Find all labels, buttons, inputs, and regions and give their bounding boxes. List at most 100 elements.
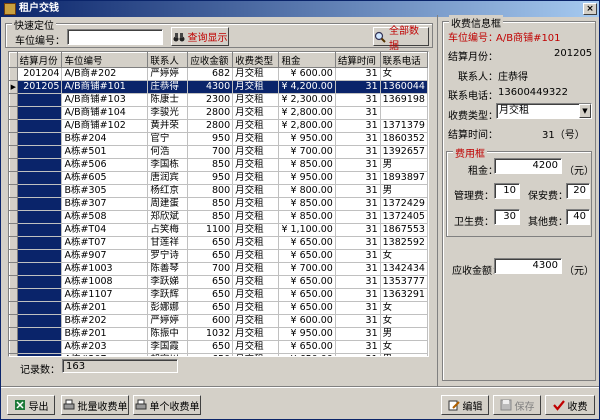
close-button[interactable]: × — [583, 3, 597, 15]
table-row[interactable]: A栋#508 郑欣斌 850 月交租 ¥ 850.00 31 1372405 — [9, 210, 428, 224]
cell-contact: 严婷婷 — [147, 314, 189, 328]
cell-rent: ¥ 850.00 — [278, 210, 336, 224]
row-indicator[interactable] — [9, 210, 18, 224]
table-row[interactable]: A栋#207胡定川650月交租¥ 650.0031男 — [9, 353, 428, 356]
row-indicator[interactable] — [9, 171, 18, 185]
table-row[interactable]: A栋#907 罗宁诗 650 月交租 ¥ 650.00 31 女 — [9, 249, 428, 263]
stall-search-input[interactable] — [67, 29, 163, 45]
cell-due: 700 — [187, 262, 234, 276]
cell-month — [17, 210, 63, 224]
header-settle[interactable]: 结算时间 — [334, 52, 381, 68]
table-row[interactable]: A/B商铺#103 陈康士 2300 月交租 ¥ 2,300.00 31 1369198 — [9, 93, 428, 107]
row-indicator[interactable] — [9, 119, 18, 133]
table-row[interactable]: A/B商铺#104 李骏光 2800 月交租 ¥ 2,800.00 31 — [9, 106, 428, 120]
table-row[interactable]: A栋#1008 李跃娣 650 月交租 ¥ 650.00 31 1353777 — [9, 275, 428, 289]
table-row[interactable]: A栋#201 彭娜娜 650 月交租 ¥ 650.00 31 女 — [9, 301, 428, 315]
header-due[interactable]: 应收金额 — [187, 52, 234, 68]
row-indicator[interactable] — [9, 67, 18, 81]
table-row[interactable]: A栋#T07 甘莲祥 650 月交租 ¥ 650.00 31 1382592 — [9, 236, 428, 250]
cell-settle: 31 — [335, 327, 381, 341]
table-row[interactable]: B栋#201 陈振中 1032 月交租 ¥ 950.00 31 男 — [9, 327, 428, 341]
cell-stall: A栋#501 — [61, 145, 149, 159]
cell-settle: 31 — [335, 197, 381, 211]
table-row[interactable]: A栋#501 何浩 700 月交租 ¥ 700.00 31 1392657 — [9, 145, 428, 159]
table-row[interactable]: A栋#203 李国霞 650 月交租 ¥ 650.00 31 女 — [9, 340, 428, 354]
binoculars-icon — [173, 31, 185, 43]
table-row[interactable]: A栋#T04 占笑梅 1100 月交租 ¥ 1,100.00 31 1867553 — [9, 223, 428, 237]
row-indicator[interactable] — [9, 314, 18, 328]
cell-contact: 李骏光 — [147, 106, 189, 120]
header-contact[interactable]: 联系人 — [147, 52, 189, 68]
cell-type: 月交租 — [232, 119, 280, 133]
cell-stall: A栋#T04 — [61, 223, 149, 237]
cell-type: 月交租 — [232, 158, 280, 172]
rent-input[interactable]: 4200 — [494, 158, 562, 174]
cell-phone: 1867553 — [380, 223, 428, 237]
row-indicator[interactable] — [9, 145, 18, 159]
row-indicator[interactable] — [9, 158, 18, 172]
collect-button[interactable]: 收费 — [545, 395, 595, 415]
cell-rent: ¥ 950.00 — [278, 171, 336, 185]
row-indicator[interactable] — [9, 275, 18, 289]
table-row[interactable]: ▶ 201205 A/B商铺#101 庄恭得 4300 月交租 ¥ 4,200.00 31 13… — [9, 80, 428, 94]
printer-icon — [135, 399, 147, 411]
all-data-button[interactable]: 全部数据 — [373, 26, 429, 52]
row-indicator[interactable] — [9, 249, 18, 263]
table-row[interactable]: 201204 A/B商#202 严婷婷 682 月交租 ¥ 600.00 31 女 — [9, 67, 428, 81]
cell-stall: A/B商铺#102 — [61, 119, 149, 133]
cell-type: 月交租 — [232, 262, 280, 276]
row-indicator[interactable] — [9, 93, 18, 107]
cell-type: 月交租 — [232, 327, 280, 341]
row-indicator[interactable] — [9, 223, 18, 237]
current-row-indicator[interactable]: ▶ — [9, 80, 18, 94]
save-button[interactable]: 保存 — [493, 395, 541, 415]
row-indicator[interactable] — [9, 197, 18, 211]
other-fee-input[interactable]: 40 — [566, 209, 590, 225]
cell-type: 月交租 — [232, 288, 280, 302]
security-fee-input[interactable]: 20 — [566, 183, 590, 199]
cell-contact: 罗宁诗 — [147, 249, 189, 263]
cell-phone: 女 — [380, 67, 428, 81]
edit-button[interactable]: 编辑 — [441, 395, 489, 415]
batch-receipt-button[interactable]: 批量收费单 — [61, 395, 129, 415]
row-indicator[interactable] — [9, 353, 18, 356]
table-row[interactable]: A栋#506 李国栋 850 月交租 ¥ 850.00 31 男 — [9, 158, 428, 172]
header-phone[interactable]: 联系电话 — [379, 52, 428, 68]
save-label: 保存 — [514, 401, 535, 413]
header-rent[interactable]: 租金 — [278, 52, 336, 68]
records-grid[interactable]: 结算月份 车位编号 联系人 应收金额 收费类型 租金 结算时间 联系电话 201… — [8, 51, 429, 357]
cell-stall: A栋#201 — [61, 301, 149, 315]
header-month[interactable]: 结算月份 — [16, 52, 63, 68]
table-row[interactable]: A栋#605 唐润宾 950 月交租 ¥ 950.00 31 1893897 — [9, 171, 428, 185]
mgmt-fee-input[interactable]: 10 — [494, 183, 520, 199]
row-indicator[interactable] — [9, 327, 18, 341]
row-indicator[interactable] — [9, 340, 18, 354]
collect-label: 收费 — [567, 401, 588, 413]
row-indicator[interactable] — [9, 262, 18, 276]
cell-phone: 女 — [380, 314, 428, 328]
query-button[interactable]: 查询显示 — [171, 27, 229, 46]
table-row[interactable]: A/B商铺#102 黄并荣 2800 月交租 ¥ 2,800.00 31 1371379 — [9, 119, 428, 133]
export-button[interactable]: 导出 — [7, 395, 55, 415]
chevron-down-icon[interactable]: ▼ — [579, 104, 591, 118]
single-receipt-button[interactable]: 单个收费单 — [133, 395, 201, 415]
row-indicator[interactable] — [9, 106, 18, 120]
row-indicator[interactable] — [9, 301, 18, 315]
row-indicator[interactable] — [9, 184, 18, 198]
charge-type-select[interactable]: 月交租 ▼ — [496, 103, 592, 119]
cell-rent: ¥ 2,800.00 — [278, 119, 336, 133]
table-row[interactable]: B栋#204 官宁 950 月交租 ¥ 950.00 31 1860352 — [9, 132, 428, 146]
table-row[interactable]: B栋#202 严婷婷 600 月交租 ¥ 600.00 31 女 — [9, 314, 428, 328]
header-stall[interactable]: 车位编号 — [61, 52, 149, 68]
table-row[interactable]: B栋#305 杨红京 800 月交租 ¥ 800.00 31 男 — [9, 184, 428, 198]
hygiene-fee-input[interactable]: 30 — [494, 209, 520, 225]
amount-due-input[interactable]: 4300 — [494, 258, 562, 274]
header-type[interactable]: 收费类型 — [232, 52, 280, 68]
row-indicator[interactable] — [9, 132, 18, 146]
table-row[interactable]: A栋#1107 李跃辉 650 月交租 ¥ 650.00 31 1363291 — [9, 288, 428, 302]
table-row[interactable]: A栋#1003 陈善琴 700 月交租 ¥ 700.00 31 1342434 — [9, 262, 428, 276]
table-row[interactable]: B栋#307 周建蛋 850 月交租 ¥ 850.00 31 1372429 — [9, 197, 428, 211]
charge-info-legend: 收费信息框 — [449, 15, 503, 30]
row-indicator[interactable] — [9, 236, 18, 250]
row-indicator[interactable] — [9, 288, 18, 302]
